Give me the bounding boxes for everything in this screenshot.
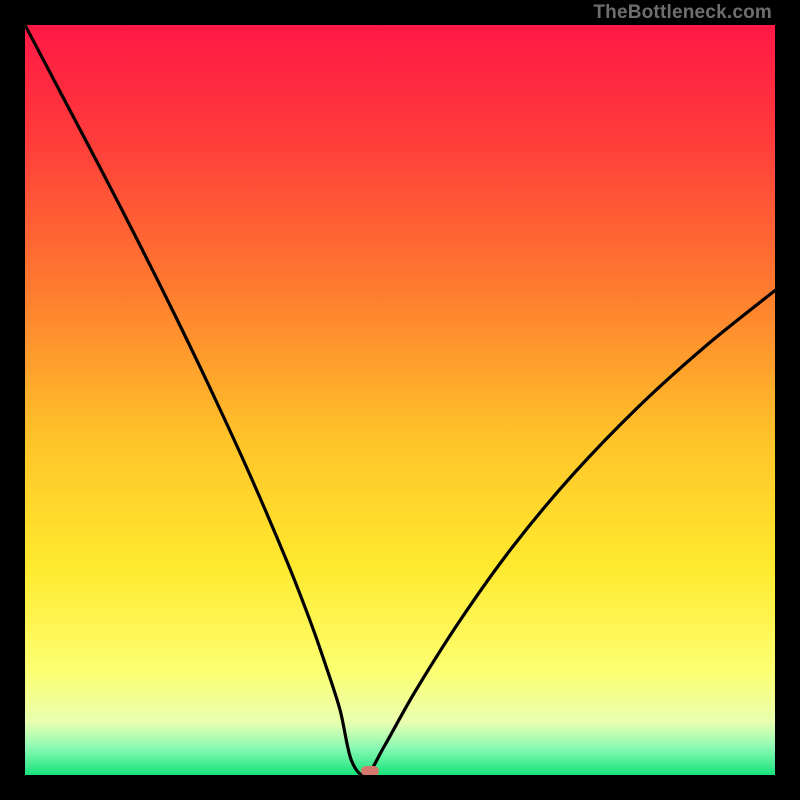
watermark-text: TheBottleneck.com (593, 2, 772, 24)
bottleneck-curve (25, 25, 775, 775)
plot-area (25, 25, 775, 775)
optimal-point-marker (361, 766, 379, 776)
chart-frame: TheBottleneck.com (0, 0, 800, 800)
